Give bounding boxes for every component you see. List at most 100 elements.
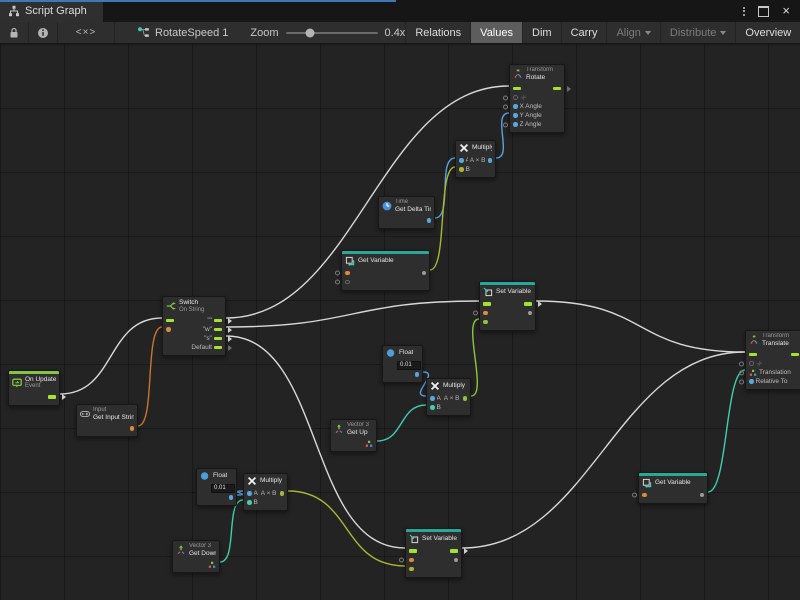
multiply-icon: [247, 476, 257, 486]
port-dot[interactable]: [229, 495, 234, 500]
port-dot[interactable]: [642, 493, 647, 498]
info-button[interactable]: [29, 22, 58, 43]
port-w[interactable]: [214, 328, 222, 332]
node-multiply-top[interactable]: MultiplyAA × BB: [455, 140, 496, 178]
port-label: Relative To: [756, 378, 788, 385]
toolbar-button-dim[interactable]: Dim: [522, 22, 561, 43]
graph-canvas[interactable]: TransformRotateX AngleY AngleZ Angle Mult…: [0, 44, 800, 600]
toolbar-button-align[interactable]: Align: [606, 22, 659, 43]
zoom-slider[interactable]: [286, 32, 378, 34]
port-dot[interactable]: [345, 271, 350, 276]
node-translate[interactable]: TransformTranslateTranslationRelative To: [745, 330, 800, 390]
node-set-variable-bot[interactable]: Set Variable: [405, 528, 462, 578]
vec-down-icon: [176, 545, 186, 555]
menu-dots-icon[interactable]: [743, 7, 745, 16]
node-switch-on-string[interactable]: SwitchOn String"""w""s"Default: [162, 296, 226, 356]
node-vector3-get-up[interactable]: Vector 3Get Up: [330, 419, 377, 452]
port-vec[interactable]: [208, 561, 216, 569]
port-flow[interactable]: [524, 302, 532, 306]
port-[interactable]: [214, 319, 222, 323]
wire: [60, 318, 162, 394]
port-y-angle[interactable]: [513, 113, 518, 118]
port-dot[interactable]: [528, 311, 533, 316]
node-on-update[interactable]: On UpdateEvent: [8, 370, 60, 406]
port-dot[interactable]: [513, 95, 518, 100]
port-flow[interactable]: [450, 549, 458, 553]
port-default[interactable]: [214, 346, 222, 350]
port-b[interactable]: [247, 500, 252, 505]
port-dot[interactable]: [700, 493, 705, 498]
close-icon[interactable]: ×: [782, 6, 790, 16]
port-flow[interactable]: [409, 549, 417, 553]
info-icon: [37, 27, 49, 39]
node-get-input-string[interactable]: InputGet Input String: [76, 404, 138, 437]
multiply-icon: [430, 381, 440, 391]
node-vector3-get-down[interactable]: Vector 3Get Down: [172, 540, 220, 573]
node-multiply-bot[interactable]: MultiplyAA × BB: [243, 473, 288, 511]
port-dot[interactable]: [749, 361, 754, 366]
port-dot[interactable]: [166, 327, 171, 332]
window-controls: ×: [743, 0, 800, 22]
port-flow[interactable]: [48, 395, 56, 399]
node-get-delta-time[interactable]: TimeGet Delta Time: [378, 196, 435, 229]
port-flow[interactable]: [513, 87, 521, 91]
wire: [708, 370, 745, 492]
port-flow[interactable]: [483, 302, 491, 306]
port-dot[interactable]: [422, 271, 427, 276]
port-flow[interactable]: [166, 319, 174, 323]
unconnected-port-indicator: [335, 271, 340, 276]
port-a[interactable]: [430, 396, 435, 401]
value-field[interactable]: 0.01: [211, 484, 235, 493]
toolbar-button-values[interactable]: Values: [470, 22, 522, 43]
toolbar-button-distribute[interactable]: Distribute: [660, 22, 735, 43]
port-dot[interactable]: [409, 567, 414, 572]
node-rotate[interactable]: TransformRotateX AngleY AngleZ Angle: [509, 64, 565, 133]
node-multiply-mid[interactable]: MultiplyAA × BB: [426, 378, 471, 416]
port-flow[interactable]: [791, 353, 799, 357]
node-title: Get Up: [347, 429, 369, 437]
port-dot[interactable]: [454, 558, 459, 563]
node-float-mid[interactable]: Float0.01: [382, 345, 423, 383]
port-b[interactable]: [430, 405, 435, 410]
wire: [462, 352, 745, 548]
port-dot[interactable]: [488, 158, 493, 163]
node-title: Event: [25, 383, 56, 390]
node-float-bot[interactable]: Float0.01: [196, 468, 237, 506]
port-a[interactable]: [459, 158, 464, 163]
port-a[interactable]: [247, 491, 252, 496]
port-label: B: [437, 404, 441, 411]
port-dot[interactable]: [427, 218, 432, 223]
port-dot[interactable]: [483, 320, 488, 325]
zoom-slider-handle[interactable]: [306, 28, 315, 37]
node-set-variable-mid[interactable]: Set Variable: [479, 281, 536, 331]
port-x-angle[interactable]: [513, 104, 518, 109]
toolbar-button-overview[interactable]: Overview: [735, 22, 800, 43]
port-dot[interactable]: [345, 280, 350, 285]
node-get-variable-right[interactable]: Get Variable: [638, 472, 708, 504]
port-flow[interactable]: [749, 353, 757, 357]
lock-button[interactable]: [0, 22, 29, 43]
port-dot[interactable]: [415, 372, 420, 377]
maximize-icon[interactable]: [758, 6, 769, 17]
port-vec[interactable]: [365, 440, 373, 448]
unconnected-port-indicator: [739, 361, 744, 366]
port-b[interactable]: [459, 167, 464, 172]
port-flow[interactable]: [553, 87, 561, 91]
breadcrumb[interactable]: RotateSpeed 1: [115, 22, 228, 43]
port-dot[interactable]: [463, 396, 468, 401]
toolbar-button-relations[interactable]: Relations: [405, 22, 470, 43]
port-dot[interactable]: [280, 491, 285, 496]
port-z-angle[interactable]: [513, 122, 518, 127]
toolbar-button-carry[interactable]: Carry: [561, 22, 607, 43]
value-field[interactable]: 0.01: [397, 361, 421, 370]
port-dot[interactable]: [130, 426, 135, 431]
code-view-button[interactable]: <×>: [58, 22, 115, 43]
node-get-variable-top[interactable]: Get Variable: [341, 250, 430, 291]
port-translation[interactable]: [749, 369, 757, 377]
port-s[interactable]: [214, 337, 222, 341]
button-label: Align: [616, 27, 640, 39]
port-dot[interactable]: [483, 311, 488, 316]
tab-script-graph[interactable]: Script Graph: [0, 0, 103, 22]
port-dot[interactable]: [409, 558, 414, 563]
port-relative-to[interactable]: [749, 379, 754, 384]
